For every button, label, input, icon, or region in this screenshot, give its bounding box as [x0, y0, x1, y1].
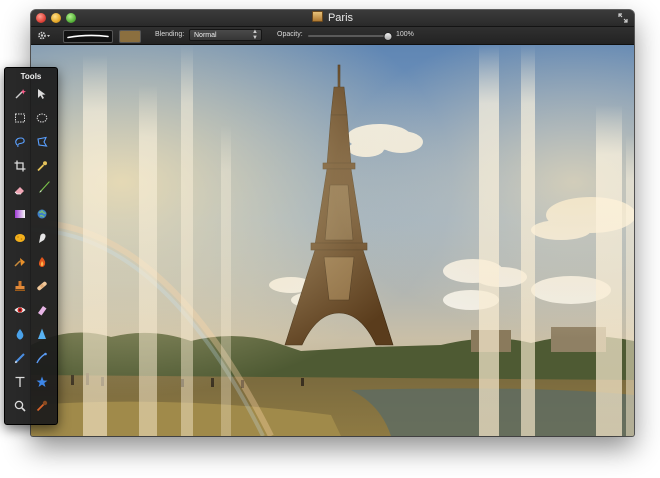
opacity-value: 100% — [396, 31, 414, 38]
zoom-tool-icon[interactable] — [11, 397, 29, 415]
red-eye-tool-icon[interactable] — [11, 301, 29, 319]
stamp-tool-icon[interactable] — [11, 277, 29, 295]
window-title-group: Paris — [31, 11, 634, 24]
tools-palette: Tools — [4, 67, 58, 425]
window-title: Paris — [327, 12, 354, 24]
ellipse-select-tool-icon[interactable] — [33, 109, 51, 127]
burn-tool-icon[interactable] — [33, 253, 51, 271]
blending-value: Normal — [194, 32, 217, 39]
opacity-label: Opacity: — [277, 31, 303, 38]
opacity-slider[interactable] — [308, 32, 393, 41]
crop-tool-icon[interactable] — [11, 157, 29, 175]
pen-tool-icon[interactable] — [33, 349, 51, 367]
brush-tool-icon[interactable] — [33, 181, 51, 199]
opacity-slider-knob[interactable] — [383, 32, 393, 41]
rectangle-select-tool-icon[interactable] — [11, 109, 29, 127]
brush-stroke-icon — [67, 34, 109, 39]
clone-globe-tool-icon[interactable] — [33, 205, 51, 223]
sharpen-tool-icon[interactable] — [33, 325, 51, 343]
tools-palette-title: Tools — [20, 72, 42, 81]
lasso-tool-icon[interactable] — [11, 133, 29, 151]
color-picker-tool-icon[interactable] — [33, 397, 51, 415]
document-icon — [311, 11, 323, 22]
star-shape-tool-icon[interactable] — [33, 373, 51, 391]
fullscreen-icon[interactable] — [618, 13, 628, 23]
move-tool-icon[interactable] — [33, 85, 51, 103]
bandage-tool-icon[interactable] — [33, 277, 51, 295]
color-well[interactable] — [119, 30, 141, 43]
title-bar: Paris — [31, 10, 634, 27]
app-window: Paris Blending: Normal ▲ ▼ Opacity: 100% — [31, 10, 634, 436]
image-canvas[interactable] — [31, 45, 634, 436]
polygon-lasso-tool-icon[interactable] — [33, 133, 51, 151]
pencil-tool-icon[interactable] — [11, 349, 29, 367]
eyedropper-tool-icon[interactable] — [33, 157, 51, 175]
text-tool-icon[interactable] — [11, 373, 29, 391]
smudge-tool-icon[interactable] — [33, 229, 51, 247]
brush-preset-well[interactable] — [63, 30, 113, 43]
options-toolbar: Blending: Normal ▲ ▼ Opacity: 100% — [31, 27, 634, 45]
select-arrows-icon: ▲ ▼ — [252, 29, 258, 41]
gear-icon[interactable] — [37, 30, 51, 41]
magic-wand-tool-icon[interactable] — [11, 85, 29, 103]
blending-select[interactable]: Normal ▲ ▼ — [189, 29, 262, 41]
blur-drop-tool-icon[interactable] — [11, 325, 29, 343]
eraser-tool-icon[interactable] — [11, 181, 29, 199]
sponge-tool-icon[interactable] — [11, 229, 29, 247]
gradient-tool-icon[interactable] — [11, 205, 29, 223]
paris-photo — [31, 45, 634, 436]
eraser-alt-tool-icon[interactable] — [33, 301, 51, 319]
blending-label: Blending: — [155, 31, 185, 38]
paint-bucket-tool-icon[interactable] — [11, 253, 29, 271]
